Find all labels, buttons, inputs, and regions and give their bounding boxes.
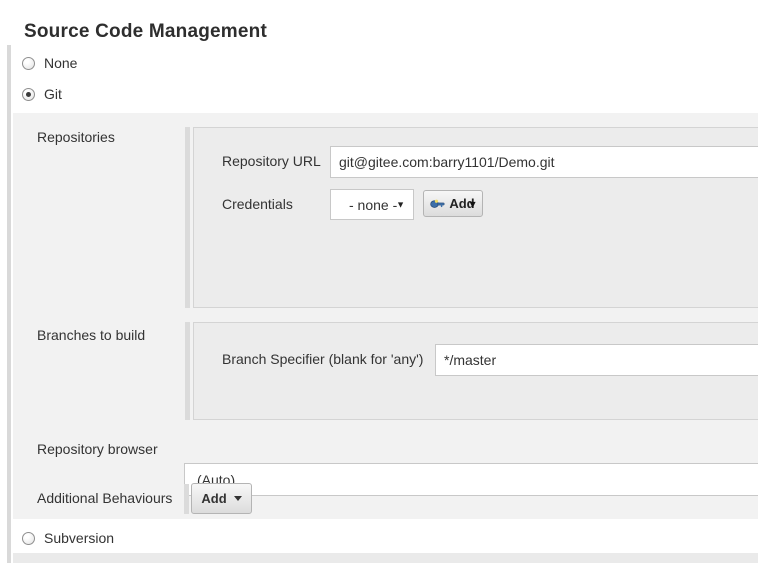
bottom-divider [13, 553, 758, 563]
credentials-label: Credentials [222, 196, 293, 212]
repository-url-label: Repository URL [222, 153, 321, 169]
additional-behaviours-indent-bar [184, 484, 189, 514]
add-credentials-caret-icon: ▾ [470, 197, 476, 211]
radio-subversion[interactable] [22, 532, 35, 545]
branches-indent-bar [185, 322, 190, 420]
credentials-selected-option: - none - [331, 197, 397, 213]
radio-git-label: Git [44, 86, 62, 102]
branch-specifier-label: Branch Specifier (blank for 'any') [222, 351, 423, 367]
repositories-indent-bar [185, 127, 190, 308]
scm-config-page: { "page_title": "Source Code Management"… [0, 0, 758, 563]
scm-option-none[interactable]: None [22, 55, 77, 71]
credentials-select[interactable]: - none - ▼ [330, 189, 414, 220]
repository-browser-label: Repository browser [37, 441, 158, 457]
add-behaviour-dropdown-arrow-icon [234, 496, 242, 501]
branches-section-label: Branches to build [37, 327, 145, 343]
scm-option-subversion[interactable]: Subversion [22, 530, 114, 546]
repository-url-input[interactable] [330, 146, 758, 178]
radio-subversion-label: Subversion [44, 530, 114, 546]
radio-git[interactable] [22, 88, 35, 101]
scm-option-git[interactable]: Git [22, 86, 62, 102]
add-behaviour-button-label: Add [201, 491, 226, 506]
add-behaviour-button[interactable]: Add [191, 483, 252, 514]
add-credentials-button[interactable]: Add ▾ [423, 190, 483, 217]
radio-none[interactable] [22, 57, 35, 70]
key-icon [430, 196, 445, 211]
dropdown-arrow-icon: ▼ [396, 200, 405, 209]
additional-behaviours-label: Additional Behaviours [37, 490, 172, 506]
repositories-section-label: Repositories [37, 129, 115, 145]
branch-specifier-input[interactable] [435, 344, 758, 376]
scm-section-indent-bar [7, 45, 11, 563]
page-title: Source Code Management [24, 21, 267, 43]
repository-browser-select[interactable]: (Auto) [184, 463, 758, 496]
radio-none-label: None [44, 55, 77, 71]
